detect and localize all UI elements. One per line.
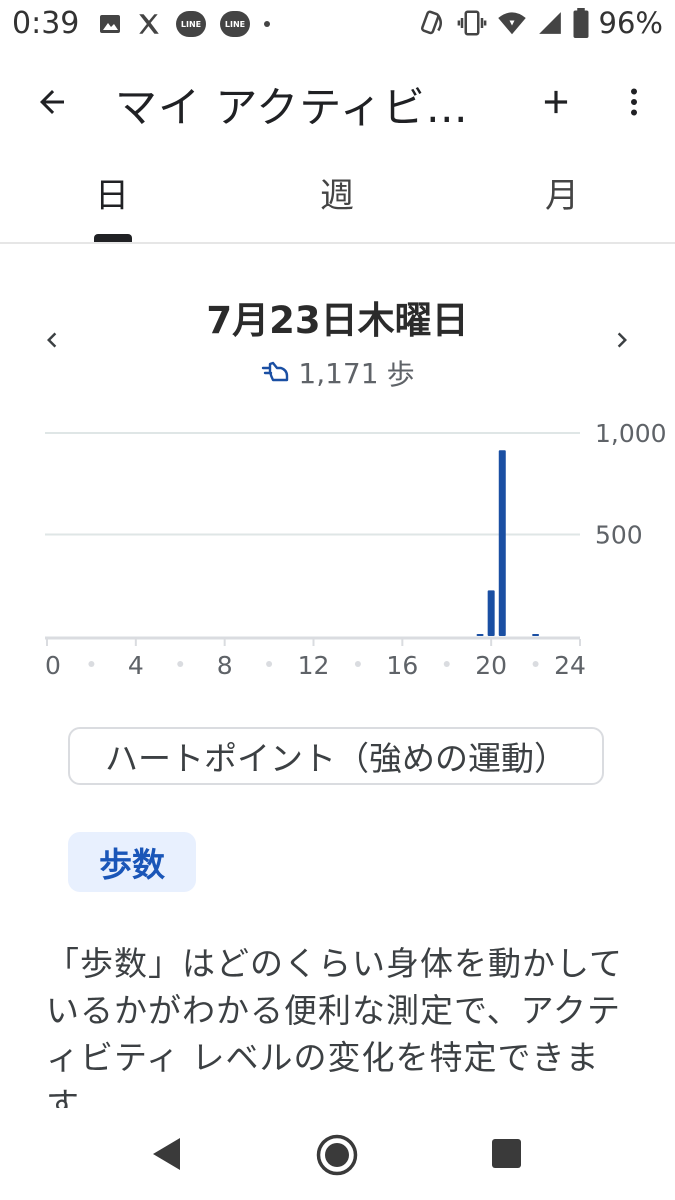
steps-summary: 1,171 歩 [0,353,675,393]
back-button[interactable] [28,78,76,126]
more-options-button[interactable] [612,78,656,126]
page-title: マイ アクティビ… [115,83,469,132]
steps-unit: 歩 [386,358,415,391]
period-tabs: 日 週 月 [0,150,675,244]
line-icon: LINE [220,11,250,37]
battery-icon [573,8,589,38]
plus-icon [544,90,568,114]
vibrate-icon [457,10,486,36]
x-minor-dot [88,661,95,667]
y-tick-label: 500 [595,521,643,550]
dot-icon [264,21,270,27]
recents-square-icon[interactable] [492,1139,521,1168]
x-tick-label: 8 [217,651,233,680]
x-tick-label: 20 [475,651,507,680]
home-circle-icon[interactable] [316,1134,358,1176]
notification-icons: LINE LINE [98,9,270,39]
more-vert-icon [631,88,637,116]
y-tick-label: 1,000 [595,419,667,448]
steps-chip[interactable]: 歩数 [68,832,196,892]
x-minor-dot [266,661,273,667]
nfc-icon [420,10,442,35]
x-tick-label: 12 [298,651,330,680]
tab-month[interactable]: 月 [522,168,602,217]
steps-shoe-icon [262,361,289,382]
status-bar: 0:39 LINE LINE 96% [0,0,675,50]
tab-day[interactable]: 日 [72,168,152,217]
system-nav-bar [0,1108,675,1200]
status-time: 0:39 [12,6,80,41]
steps-total-value: 1,171 [298,356,379,390]
chevron-right-icon [617,332,627,348]
x-icon [139,14,159,34]
tab-week[interactable]: 週 [297,168,377,217]
x-minor-dot [443,661,450,667]
wifi-icon [497,12,526,35]
system-icons: 96% [417,6,663,40]
signal-icon [538,12,561,34]
arrow-back-icon [40,90,64,114]
steps-bar-chart: 500 1,000 0 4 8 12 16 20 24 [45,419,667,680]
image-icon [100,15,120,33]
tab-indicator [94,234,132,242]
app-bar: マイ アクティビ… [0,60,675,140]
triangle-back-icon[interactable] [150,1136,182,1172]
x-tick-label: 4 [128,651,144,680]
steps-description: 「歩数」はどのくらい身体を動かしているかがわかる便利な測定で、アクティビティ レ… [46,944,624,1124]
chart-bar [498,450,506,636]
x-tick-label: 16 [386,651,418,680]
heart-points-chip[interactable]: ハートポイント（強めの運動） [68,727,604,785]
chart-bar [532,634,540,636]
add-button[interactable] [532,78,580,126]
x-minor-dot [354,661,361,667]
x-tick-label: 0 [45,651,61,680]
line-icon: LINE [176,11,206,37]
date-title: 7月23日木曜日 [206,299,469,342]
x-tick-label: 24 [554,651,586,680]
x-minor-dot [532,661,539,667]
chart-bar [476,634,484,636]
chart-bar [487,590,495,636]
battery-percent: 96% [598,6,663,40]
x-minor-dot [177,661,184,667]
